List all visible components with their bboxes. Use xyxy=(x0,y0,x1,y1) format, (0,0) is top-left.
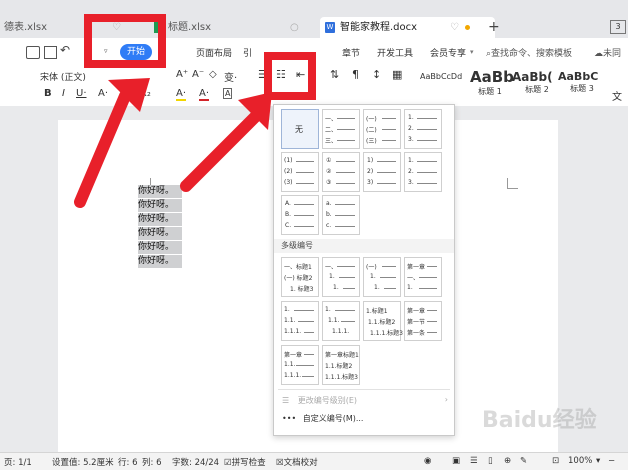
arrow-to-start-tab xyxy=(74,78,150,208)
annotation-arrows xyxy=(74,78,272,208)
arrow-to-numbering xyxy=(180,92,272,192)
